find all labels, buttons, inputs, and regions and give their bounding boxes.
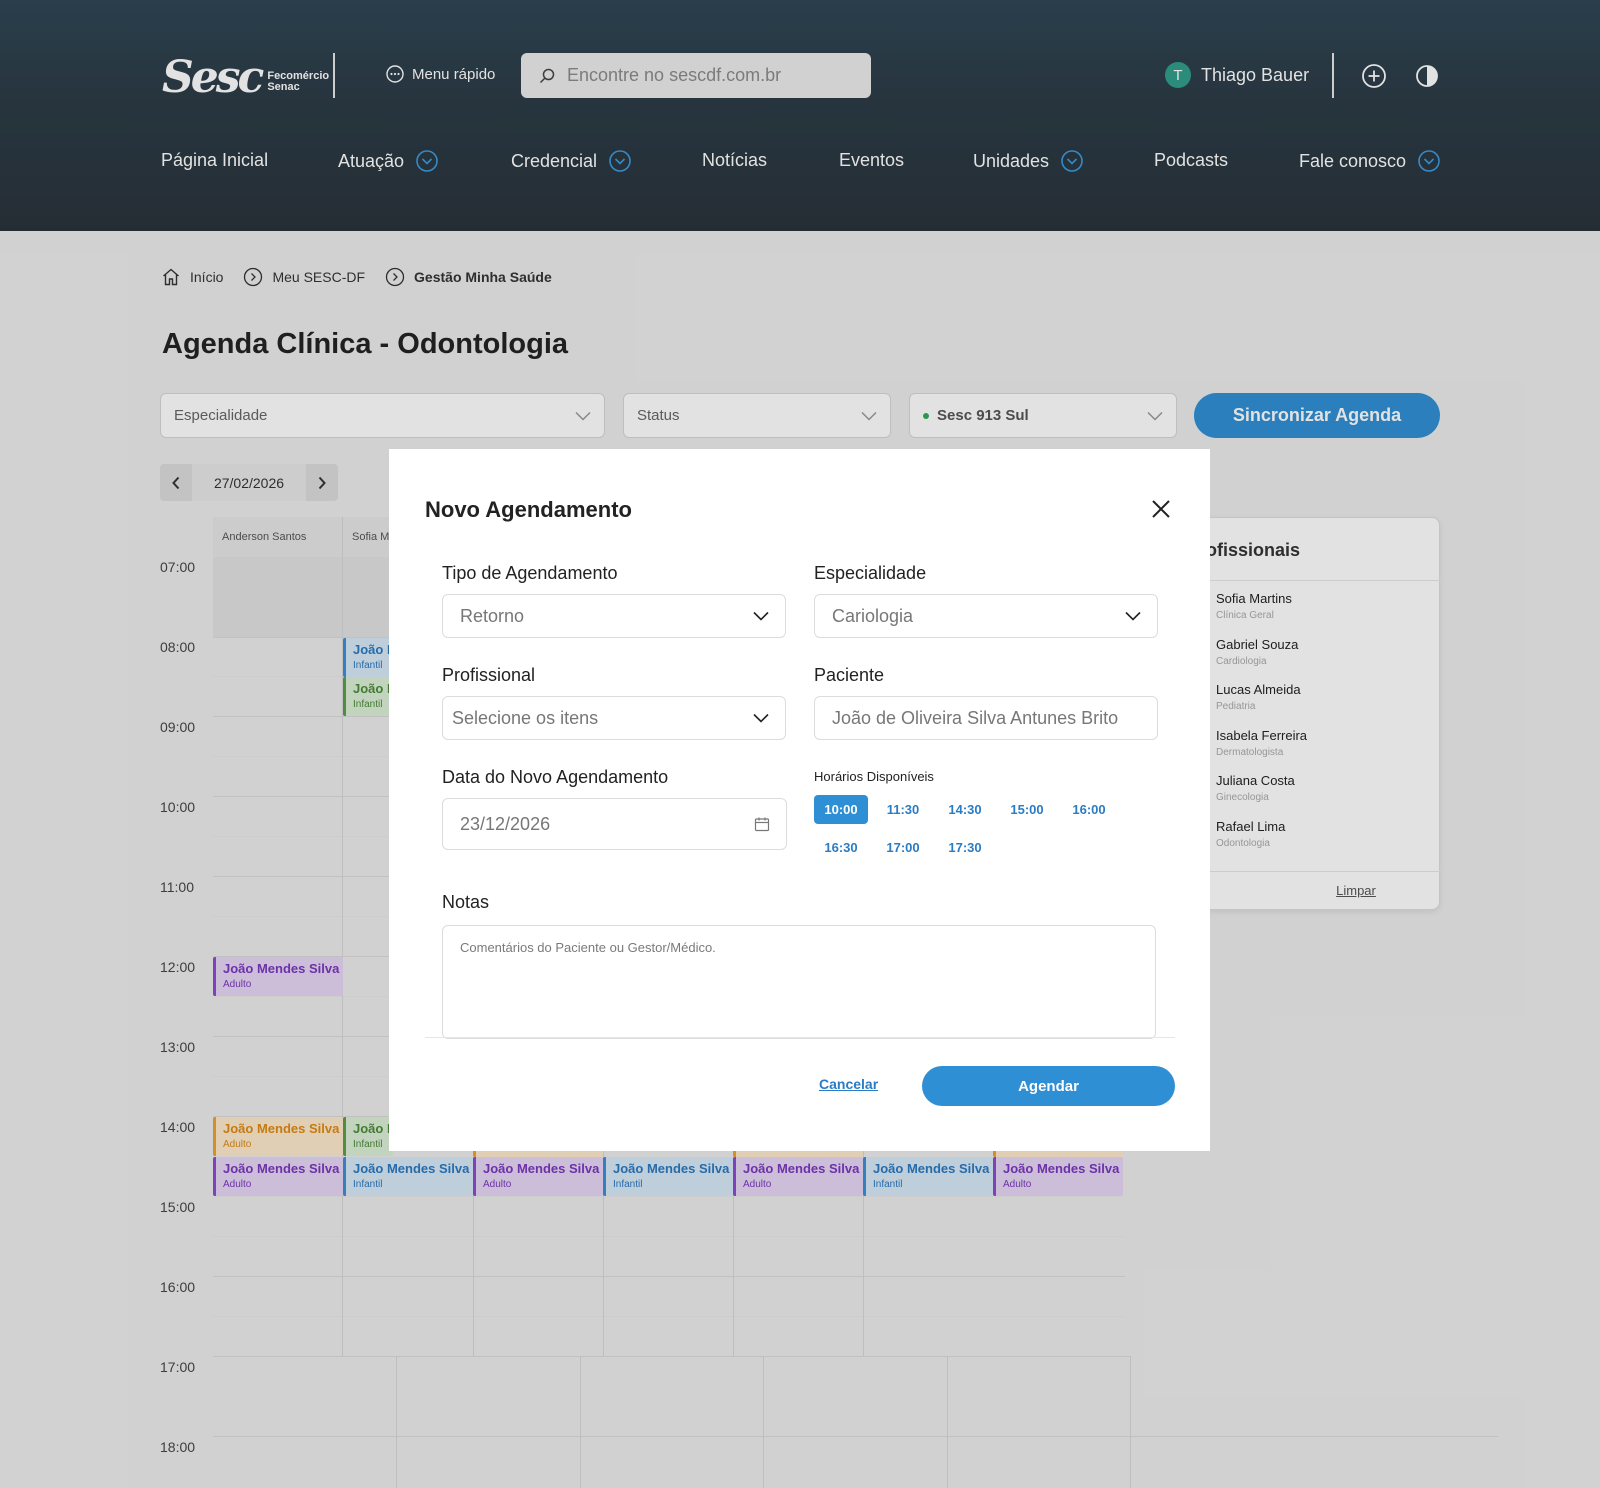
horarios-label: Horários Disponíveis [814,769,934,784]
time-slot[interactable]: 17:30 [938,833,992,862]
modal-title: Novo Agendamento [425,497,632,522]
modal-divider [425,1037,1175,1038]
calendar-icon[interactable] [754,816,770,832]
chevron-down-icon [1125,611,1141,621]
tipo-value: Retorno [460,605,525,626]
chevron-down-icon [753,611,769,621]
especialidade-value: Cariologia [832,605,914,626]
cancel-button[interactable]: Cancelar [819,1076,878,1092]
tipo-select[interactable]: Retorno [442,594,786,638]
time-slot[interactable]: 17:00 [876,833,930,862]
agendar-button[interactable]: Agendar [922,1066,1175,1106]
profissional-label: Profissional [442,665,536,685]
new-appointment-modal: Novo Agendamento Tipo de Agendamento Ret… [389,449,1210,1151]
notas-label: Notas [442,892,490,912]
tipo-label: Tipo de Agendamento [442,563,618,583]
profissional-select[interactable]: Selecione os itens [442,696,786,740]
time-slot-selected[interactable]: 10:00 [814,795,868,824]
paciente-label: Paciente [814,665,885,685]
notas-textarea[interactable] [442,925,1156,1039]
paciente-value: João de Oliveira Silva Antunes Brito [832,707,1119,728]
close-icon[interactable] [1150,498,1172,520]
data-value: 23/12/2026 [460,813,551,834]
data-label: Data do Novo Agendamento [442,767,669,787]
data-field[interactable]: 23/12/2026 [442,798,787,850]
time-slot[interactable]: 15:00 [1000,795,1054,824]
especialidade-select[interactable]: Cariologia [814,594,1158,638]
time-slot[interactable]: 16:30 [814,833,868,862]
especialidade-label: Especialidade [814,563,927,583]
profissional-placeholder: Selecione os itens [452,707,599,728]
time-slot[interactable]: 11:30 [876,795,930,824]
time-slot[interactable]: 14:30 [938,795,992,824]
paciente-field[interactable]: João de Oliveira Silva Antunes Brito [814,696,1158,740]
time-slot[interactable]: 16:00 [1062,795,1116,824]
chevron-down-icon [753,713,769,723]
